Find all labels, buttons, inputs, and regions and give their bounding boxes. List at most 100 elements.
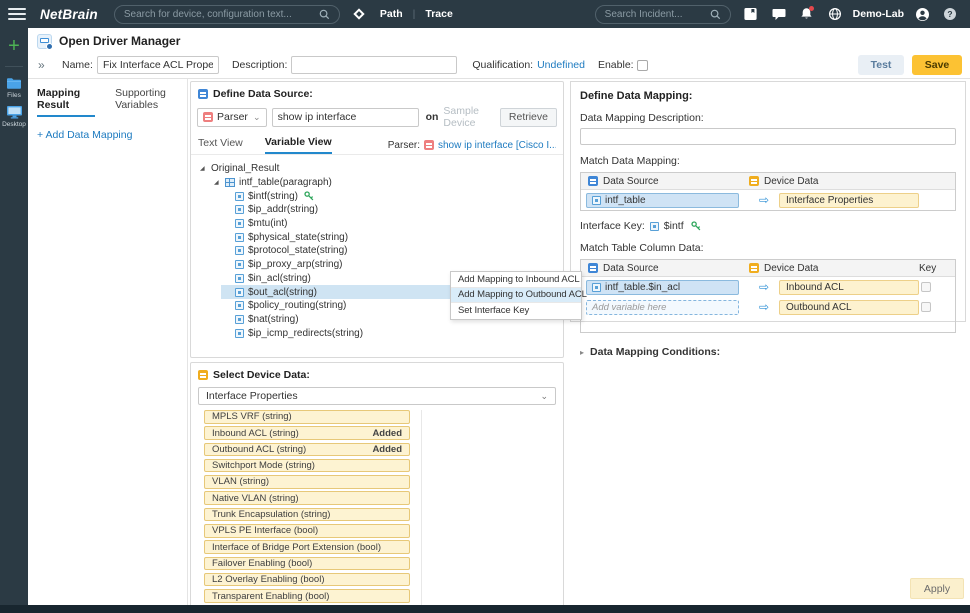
data-source-icon [588, 176, 598, 186]
tree-variable-row[interactable]: $physical_state(string) ⌄ [221, 230, 559, 244]
context-menu-item[interactable]: Add Mapping to Inbound ACL [451, 272, 581, 288]
added-badge: Added [372, 428, 402, 439]
device-search-input[interactable]: Search for device, configuration text... [114, 5, 340, 24]
device-property-list: MPLS VRF (string) Added Inbound ACL (str… [204, 410, 422, 605]
path-icon[interactable] [350, 4, 370, 24]
tab-text-view[interactable]: Text View [198, 137, 243, 153]
name-input[interactable] [97, 56, 219, 74]
device-property-label: Inbound ACL (string) [212, 428, 299, 439]
parser-link-value[interactable]: show ip interface [Cisco I... [438, 140, 556, 151]
tree-variable-row[interactable]: $ip_addr(string) ⌄ [221, 203, 559, 217]
tree-variable-row[interactable]: $intf(string) ⌄ [221, 189, 559, 203]
tree-variable-row[interactable]: $ip_proxy_arp(string) ⌄ [221, 258, 559, 272]
incident-search-input[interactable]: Search Incident... [595, 5, 731, 24]
define-data-mapping-box: Define Data Mapping: Data Mapping Descri… [570, 81, 966, 322]
device-property-item[interactable]: Native VLAN (string) Added [204, 491, 410, 505]
header-key: Key [919, 263, 955, 274]
device-property-item[interactable]: L2 Overlay Enabling (bool) Added [204, 573, 410, 587]
device-property-item[interactable]: Outbound ACL (string) Added [204, 443, 410, 457]
files-label: Files [7, 92, 21, 99]
tree-variable-row[interactable]: $protocol_state(string) ⌄ [221, 244, 559, 258]
context-menu-item[interactable]: Add Mapping to Outbound ACL [451, 288, 581, 304]
parser-link-label: Parser: [388, 140, 420, 151]
user-avatar-icon[interactable] [912, 4, 932, 24]
added-badge: Added [372, 444, 402, 455]
parser-command-input[interactable] [272, 108, 419, 127]
source-cell[interactable]: intf_table.$in_acl [586, 280, 739, 295]
mapping-row: intf_table ⇨ Interface Properties [581, 190, 955, 210]
device-property-item[interactable]: Trunk Encapsulation (string) Added [204, 508, 410, 522]
expander-icon[interactable]: ◢ [200, 165, 207, 172]
variable-icon [235, 260, 244, 269]
tab-mapping-result[interactable]: Mapping Result [37, 87, 95, 117]
parser-type-select[interactable]: Parser ⌄ [197, 108, 267, 127]
data-mapping-conditions-toggle[interactable]: ▸ Data Mapping Conditions: [580, 346, 956, 358]
window-title: Open Driver Manager [59, 34, 180, 48]
device-property-label: Transparent Enabling (bool) [212, 591, 329, 602]
save-button[interactable]: Save [912, 55, 962, 75]
tab-supporting-variables[interactable]: Supporting Variables [115, 87, 187, 117]
device-property-item[interactable]: Transparent Enabling (bool) Added [204, 589, 410, 603]
header-data-source: Data Source [603, 176, 659, 187]
tenant-label[interactable]: Demo-Lab [853, 8, 904, 20]
add-variable-placeholder[interactable]: Add variable here [586, 300, 739, 315]
hamburger-menu-icon[interactable] [8, 8, 26, 20]
tree-variable-row[interactable]: $mtu(int) ⌄ [221, 217, 559, 231]
device-property-item[interactable]: Inbound ACL (string) Added [204, 426, 410, 440]
map-arrow-icon: ⇨ [749, 193, 779, 207]
files-icon[interactable] [6, 77, 22, 90]
variable-icon [235, 219, 244, 228]
device-property-label: Failover Enabling (bool) [212, 558, 312, 569]
variable-icon [235, 246, 244, 255]
test-button[interactable]: Test [858, 55, 904, 75]
interface-key-icon [691, 221, 701, 231]
bell-icon[interactable] [797, 4, 817, 24]
add-new-icon[interactable]: + [8, 36, 20, 56]
trace-label[interactable]: Trace [425, 8, 452, 20]
left-app-rail: + Files Desktop [0, 28, 28, 605]
device-data-icon [198, 370, 208, 380]
desktop-icon[interactable] [6, 105, 23, 119]
tree-table-label: intf_table(paragraph) [239, 177, 332, 188]
source-cell[interactable]: intf_table [586, 193, 739, 208]
variable-label: $policy_routing(string) [248, 300, 346, 311]
tree-table-row[interactable]: ◢ intf_table(paragraph) [214, 176, 559, 190]
apply-button[interactable]: Apply [910, 578, 964, 599]
device-property-item[interactable]: VLAN (string) Added [204, 475, 410, 489]
mapping-description-input[interactable] [580, 128, 956, 145]
sample-device-placeholder[interactable]: Sample Device [443, 105, 499, 129]
driver-manager-window: Open Driver Manager » Name: Description:… [28, 28, 970, 605]
tab-variable-view[interactable]: Variable View [265, 136, 332, 154]
expander-icon[interactable]: ◢ [214, 179, 221, 186]
help-icon[interactable]: ? [940, 4, 960, 24]
device-property-item[interactable]: Interface of Bridge Port Extension (bool… [204, 540, 410, 554]
qualification-value-link[interactable]: Undefined [537, 59, 585, 71]
device-property-item[interactable]: Switchport Mode (string) Added [204, 459, 410, 473]
add-data-mapping-link[interactable]: + Add Data Mapping [37, 129, 187, 141]
globe-icon[interactable] [825, 4, 845, 24]
retrieve-button[interactable]: Retrieve [500, 108, 557, 127]
tree-variable-row[interactable]: $ip_icmp_redirects(string) ⌄ [221, 326, 559, 340]
device-cell[interactable]: Interface Properties [779, 193, 919, 208]
interface-key-label: Interface Key: [580, 220, 645, 232]
device-property-item[interactable]: Failover Enabling (bool) Added [204, 557, 410, 571]
description-input[interactable] [291, 56, 457, 74]
journal-icon[interactable] [741, 4, 761, 24]
select-device-data-box: Select Device Data: Interface Properties… [190, 362, 564, 605]
enable-checkbox[interactable] [637, 60, 648, 71]
device-cell[interactable]: Inbound ACL [779, 280, 919, 295]
context-menu-item[interactable]: Set Interface Key [451, 303, 581, 319]
device-data-dropdown[interactable]: Interface Properties ⌄ [198, 387, 556, 405]
key-checkbox[interactable] [921, 302, 931, 312]
variable-icon [592, 283, 601, 292]
collapse-panel-button[interactable]: » [38, 58, 54, 72]
device-cell[interactable]: Outbound ACL [779, 300, 919, 315]
path-label[interactable]: Path [380, 8, 403, 20]
device-property-item[interactable]: VPLS PE Interface (bool) Added [204, 524, 410, 538]
chat-icon[interactable] [769, 4, 789, 24]
tree-root-row[interactable]: ◢ Original_Result [200, 162, 559, 176]
key-checkbox[interactable] [921, 282, 931, 292]
define-data-mapping-title: Define Data Mapping: [580, 90, 956, 102]
device-property-item[interactable]: MPLS VRF (string) Added [204, 410, 410, 424]
device-property-label: Switchport Mode (string) [212, 460, 315, 471]
